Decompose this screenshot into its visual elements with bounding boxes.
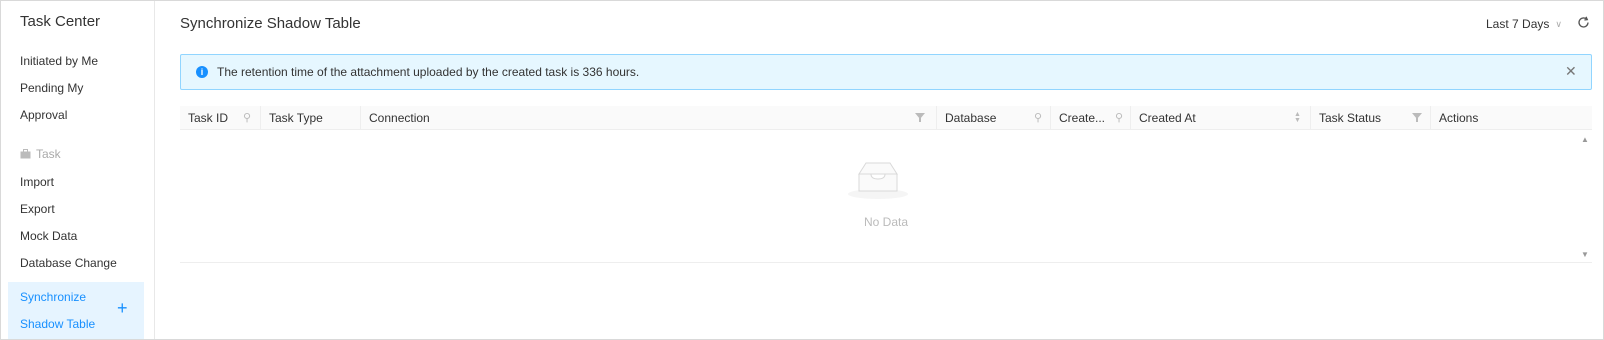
time-range-value: Last 7 Days xyxy=(1486,17,1550,31)
column-task-status: Task Status xyxy=(1310,106,1430,130)
info-icon: i xyxy=(196,66,208,78)
sidebar-item-synchronize-shadow-table[interactable]: Synchronize Shadow Table + xyxy=(8,282,144,339)
column-label: Task Status xyxy=(1319,111,1382,125)
sidebar-item-label: Synchronize xyxy=(20,290,87,304)
scroll-down-icon[interactable]: ▼ xyxy=(1581,250,1589,259)
sidebar-item-pending-my[interactable]: Pending My xyxy=(20,81,83,95)
column-created-at: Created At ▲ ▼ xyxy=(1130,106,1310,130)
sidebar-item-import[interactable]: Import xyxy=(20,175,54,189)
sidebar-title: Task Center xyxy=(20,13,101,30)
column-connection: Connection xyxy=(360,106,936,130)
time-range-select[interactable]: Last 7 Days ∨ xyxy=(1486,17,1562,31)
task-table: Task ID ⚲ Task Type Connection Database … xyxy=(180,106,1592,263)
column-label: Task Type xyxy=(269,111,323,125)
column-database: Database ⚲ xyxy=(936,106,1050,130)
column-label: Actions xyxy=(1439,111,1479,125)
refresh-icon[interactable] xyxy=(1577,16,1590,32)
alert-message: The retention time of the attachment upl… xyxy=(217,65,640,79)
table-header: Task ID ⚲ Task Type Connection Database … xyxy=(180,106,1592,130)
sidebar-group-label: Task xyxy=(36,147,61,161)
briefcase-icon xyxy=(20,149,31,159)
column-label: Created At xyxy=(1139,111,1196,125)
filter-icon[interactable] xyxy=(915,113,925,122)
table-scrollbar[interactable]: ▲ ▼ xyxy=(1578,130,1592,263)
empty-state: No Data xyxy=(180,130,1592,263)
sidebar-item-approval[interactable]: Approval xyxy=(20,108,67,122)
sidebar-item-initiated-by-me[interactable]: Initiated by Me xyxy=(20,54,98,68)
column-task-type: Task Type xyxy=(260,106,360,130)
sidebar-item-label: Shadow Table xyxy=(20,317,96,331)
search-icon[interactable]: ⚲ xyxy=(1034,106,1042,130)
sidebar-item-database-change[interactable]: Database Change xyxy=(20,256,117,270)
scroll-up-icon[interactable]: ▲ xyxy=(1581,135,1589,144)
column-creator: Create... ⚲ xyxy=(1050,106,1130,130)
empty-text: No Data xyxy=(863,215,909,229)
sidebar-item-mock-data[interactable]: Mock Data xyxy=(20,229,77,243)
column-label: Database xyxy=(945,111,997,125)
chevron-down-icon: ∨ xyxy=(1555,18,1562,29)
sidebar-item-export[interactable]: Export xyxy=(20,202,55,216)
close-icon[interactable]: ✕ xyxy=(1565,63,1577,80)
plus-icon[interactable]: + xyxy=(117,299,128,317)
filter-icon[interactable] xyxy=(1412,113,1422,122)
column-label: Create... xyxy=(1059,111,1106,125)
column-actions: Actions xyxy=(1430,106,1578,130)
empty-inbox-icon xyxy=(848,162,908,199)
column-label: Task ID xyxy=(188,111,229,125)
search-icon[interactable]: ⚲ xyxy=(1115,106,1123,130)
sort-icon[interactable]: ▲ ▼ xyxy=(1294,111,1301,124)
sidebar-group-task: Task xyxy=(20,147,61,161)
sidebar: Task Center Initiated by Me Pending My A… xyxy=(1,1,155,339)
page-title: Synchronize Shadow Table xyxy=(180,15,361,32)
search-icon[interactable]: ⚲ xyxy=(243,106,251,130)
column-label: Connection xyxy=(369,111,430,125)
info-alert: i The retention time of the attachment u… xyxy=(180,54,1592,90)
column-task-id: Task ID ⚲ xyxy=(180,106,260,130)
